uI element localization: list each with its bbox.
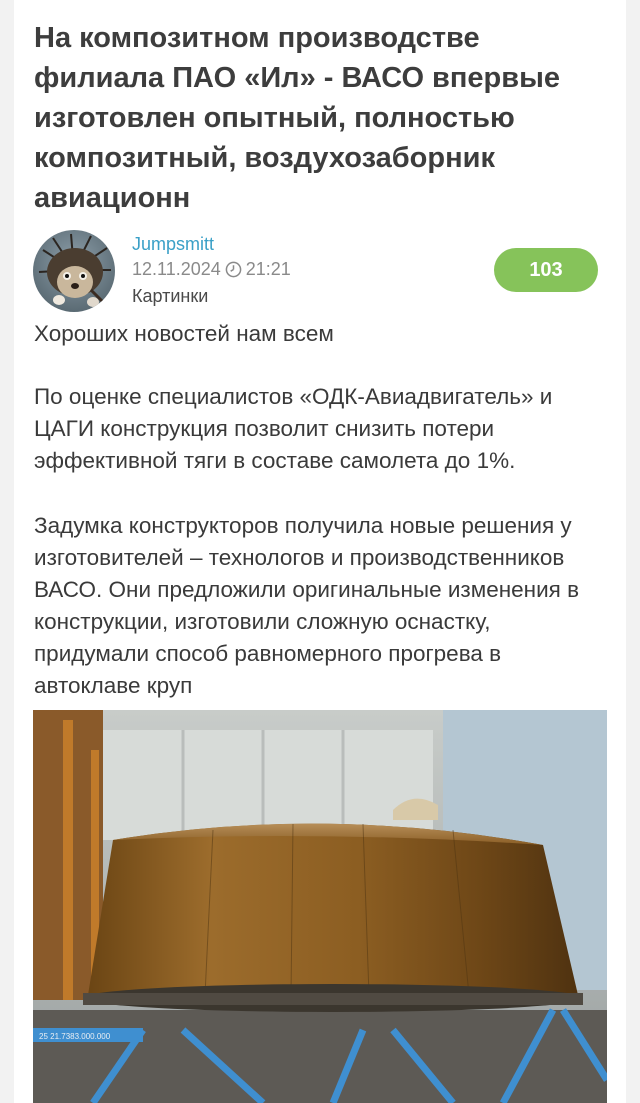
post-time: 21:21 <box>245 259 291 279</box>
post-paragraph: По оценке специалистов «ОДК-Авиадвигател… <box>34 384 553 473</box>
post-title[interactable]: На композитном производстве филиала ПАО … <box>34 18 594 218</box>
post-date: 12.11.2024 <box>132 259 221 279</box>
post-paragraph: Хороших новостей нам всем <box>34 321 334 346</box>
post-card: На композитном производстве филиала ПАО … <box>14 0 626 1103</box>
score-badge[interactable]: 103 <box>494 248 598 292</box>
clock-icon <box>225 261 242 278</box>
post-paragraph: Задумка конструкторов получила новые реш… <box>34 513 580 698</box>
post-photo[interactable]: 25 21.7383.000.000 <box>33 710 607 1103</box>
photo-label: 25 21.7383.000.000 <box>39 1032 111 1041</box>
avatar[interactable] <box>33 230 115 312</box>
post-category[interactable]: Картинки <box>132 286 208 307</box>
hedgehog-avatar-icon <box>33 230 115 312</box>
author-link[interactable]: Jumpsmitt <box>132 234 214 255</box>
post-meta: 12.11.2024 21:21 <box>132 259 291 280</box>
air-intake-photo: 25 21.7383.000.000 <box>33 710 607 1103</box>
